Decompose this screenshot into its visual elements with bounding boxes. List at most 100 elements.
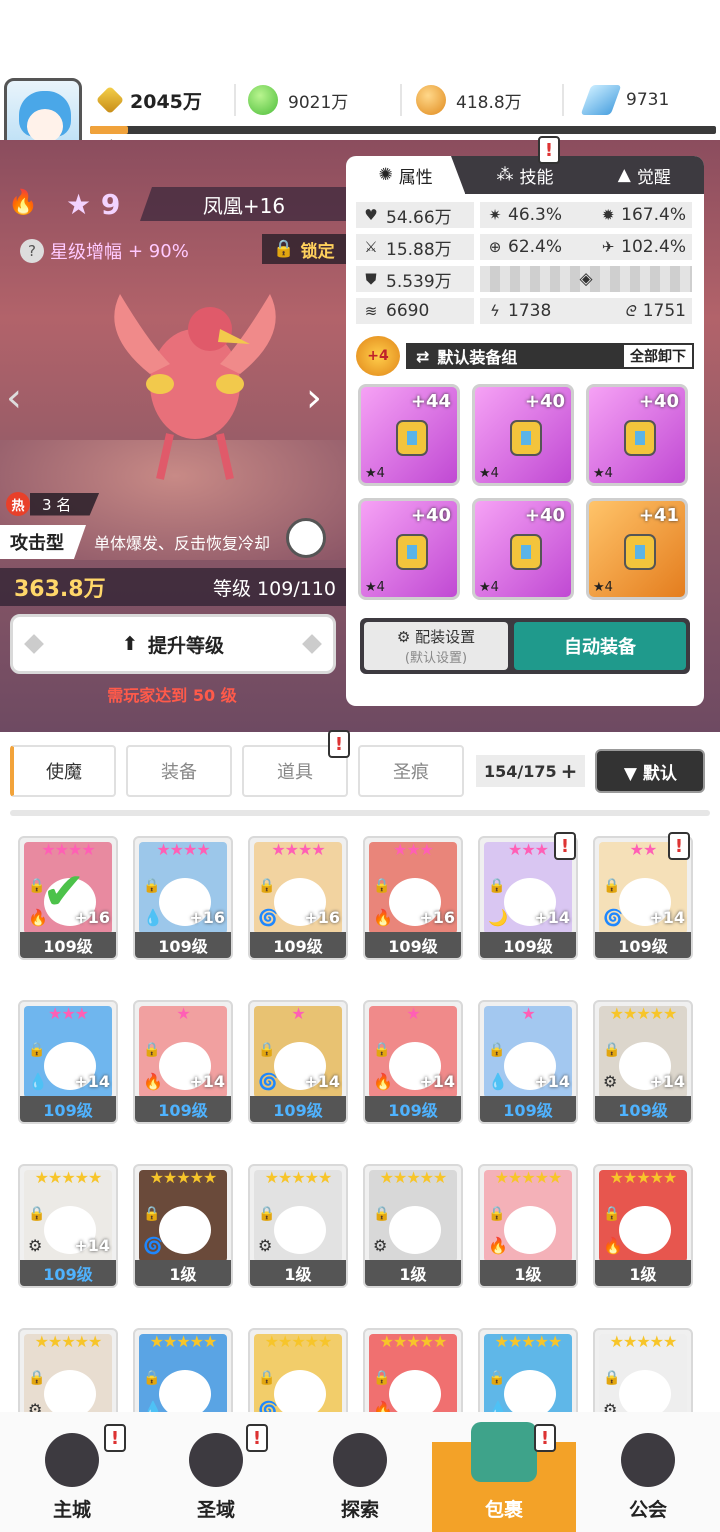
avatar-face [27, 109, 63, 143]
swirl-icon: ᘓ [624, 302, 636, 320]
sword-stone-icon [333, 1433, 387, 1487]
familiar-face [504, 1370, 556, 1418]
lock-icon: 🔒 [258, 878, 276, 894]
familiar-stars: ★★★★★ [34, 1168, 103, 1187]
unequip-all-button[interactable]: 全部卸下 [622, 343, 694, 369]
expand-plus-icon[interactable]: + [561, 759, 578, 783]
view-model-icon[interactable] [286, 518, 326, 558]
familiar-stars: ★★★★★ [379, 1168, 448, 1187]
config-settings-button[interactable]: ⚙ 配装设置 (默认设置) [364, 622, 508, 670]
familiar-card[interactable]: ★★★★★ 🔒 ⚙ +14 109级 [593, 1000, 693, 1124]
familiar-card[interactable]: ★★★★★ 🔒 🔥 1级 [478, 1164, 578, 1288]
equipment-slot[interactable]: +40 ★4 [472, 384, 574, 486]
equipment-slot[interactable]: +40 ★4 [358, 498, 460, 600]
equip-stars: ★4 [593, 466, 613, 481]
familiar-card[interactable]: ★★★★★ 🔒 ⚙ 1级 [248, 1164, 348, 1288]
lock-button[interactable]: 🔒 锁定 [262, 234, 346, 264]
familiar-card[interactable]: ★★★★★ 🔒 🌀 1级 [133, 1164, 233, 1288]
familiar-level: 109级 [20, 1260, 116, 1286]
next-hero-arrow[interactable]: › [306, 378, 332, 422]
equipment-slot[interactable]: +44 ★4 [358, 384, 460, 486]
familiar-card[interactable]: ★★★★★ 🔒 ⚙ +14 109级 [18, 1164, 118, 1288]
familiar-card[interactable]: ★★★★★ 🔒 🔥 1级 [593, 1164, 693, 1288]
castle-icon [45, 1433, 99, 1487]
tab-skills[interactable]: ⁂ 技能 [465, 156, 584, 194]
equipment-slot[interactable]: +41 ★4 [586, 498, 688, 600]
hero-type: 攻击型 [0, 525, 86, 559]
equipment-slot[interactable]: +40 ★4 [586, 384, 688, 486]
gold-coin-icon [416, 85, 446, 115]
tab-equipment[interactable]: 装备 [126, 745, 232, 797]
tab-attributes[interactable]: ✺ 属性 [346, 156, 466, 194]
familiar-card[interactable]: ★★★★ 🔒 💧 +16 109级 [133, 836, 233, 960]
gem-value: 9731 [626, 90, 670, 110]
nav-guild[interactable]: 公会 [576, 1412, 720, 1532]
hot-icon: 热 [6, 492, 30, 516]
familiar-stars: ★★★★★ [264, 1168, 333, 1187]
familiar-stars: ★★★★★ [609, 1168, 678, 1187]
nav-inventory[interactable]: 包裹 [432, 1422, 576, 1532]
sort-dropdown[interactable]: ▼ 默认 [595, 749, 706, 793]
equipment-slots: +44 ★4 +40 ★4 +40 ★4 +40 ★4 +40 ★4 +41 ★4 [358, 384, 692, 600]
equip-stars: ★4 [365, 580, 385, 595]
familiar-level: 109级 [250, 932, 346, 958]
power-resource: 2045万 [95, 82, 202, 118]
gem-resource[interactable]: 9731 [580, 82, 670, 118]
upgrade-level-button[interactable]: ⬆ 提升等级 [10, 614, 336, 674]
familiar-stars: ★ [176, 1004, 190, 1023]
alert-icon: ! [668, 832, 690, 860]
help-icon[interactable]: ? [20, 239, 44, 263]
hot-rank: 热 3 名 [6, 492, 100, 516]
familiar-plus: +14 [649, 1072, 685, 1091]
tab-awaken[interactable]: ▲ 觉醒 [585, 156, 704, 194]
familiar-level: 109级 [365, 932, 461, 958]
familiar-plus: +16 [189, 908, 225, 927]
familiar-face [389, 1370, 441, 1418]
armor-icon [624, 420, 656, 456]
familiar-card[interactable]: ★ 🔒 🌀 +14 109级 [248, 1000, 348, 1124]
familiar-card[interactable]: ★ 🔒 💧 +14 109级 [478, 1000, 578, 1124]
familiar-level: 109级 [595, 932, 691, 958]
element-icon: 🔥 [373, 908, 393, 927]
auto-equip-button[interactable]: 自动装备 [514, 622, 686, 670]
lock-icon: 🔒 [488, 1042, 506, 1058]
green-orb-resource[interactable]: 9021万 [248, 82, 348, 118]
familiar-card[interactable]: ★★★ 🔒 🔥 +16 109级 [363, 836, 463, 960]
familiar-level: 109级 [595, 1096, 691, 1122]
equip-group-selector[interactable]: ⇄ 默认装备组 [406, 343, 622, 369]
familiar-card[interactable]: ★ 🔒 🔥 +14 109级 [363, 1000, 463, 1124]
equipment-slot[interactable]: +40 ★4 [472, 498, 574, 600]
swap-icon: ⇄ [416, 346, 430, 366]
familiar-level: 109级 [20, 932, 116, 958]
attributes-icon: ✺ [378, 165, 393, 185]
prev-hero-arrow[interactable]: ‹ [6, 378, 32, 422]
belt-icon [396, 534, 428, 570]
wind-icon: ≋ [364, 302, 378, 320]
upgrade-requirement: 需玩家达到 50 级 [107, 686, 237, 705]
familiar-card[interactable]: ★★★ 🔒 💧 +14 109级 [18, 1000, 118, 1124]
nav-explore[interactable]: 探索 [288, 1412, 432, 1532]
familiar-stars: ★★★★★ [149, 1168, 218, 1187]
familiar-card[interactable]: ★★★★ 🔒 🌀 +16 109级 [248, 836, 348, 960]
familiar-card[interactable]: ★ 🔒 🔥 +14 109级 [133, 1000, 233, 1124]
tab-familiar[interactable]: 使魔 [10, 745, 116, 797]
speed-icon: ✈ [601, 238, 615, 256]
stat-accuracy: ⊕ 62.4% ✈ 102.4% [480, 234, 692, 260]
familiar-stars: ★★★★ [271, 840, 325, 859]
equip-level: +40 [638, 391, 679, 412]
alert-icon: ! [554, 832, 576, 860]
star-boost-label: 星级增幅 [50, 242, 122, 263]
familiar-plus: +16 [419, 908, 455, 927]
familiar-plus: +14 [74, 1072, 110, 1091]
familiar-plus: +14 [419, 1072, 455, 1091]
familiar-level: 109级 [480, 1096, 576, 1122]
stat-attack: ⚔ 15.88万 [356, 234, 474, 260]
gold-resource[interactable]: 418.8万 [416, 82, 522, 118]
familiar-level: 1级 [250, 1260, 346, 1286]
tab-stigmata[interactable]: 圣痕 [358, 745, 464, 797]
familiar-stars: ★★★★ [156, 840, 210, 859]
familiar-card[interactable]: ★★★★ 🔒 🔥 +16 ✔ 109级 [18, 836, 118, 960]
familiar-card[interactable]: ★★★★★ 🔒 ⚙ 1级 [363, 1164, 463, 1288]
familiar-level: 109级 [135, 932, 231, 958]
lock-icon: 🔒 [143, 1370, 161, 1386]
